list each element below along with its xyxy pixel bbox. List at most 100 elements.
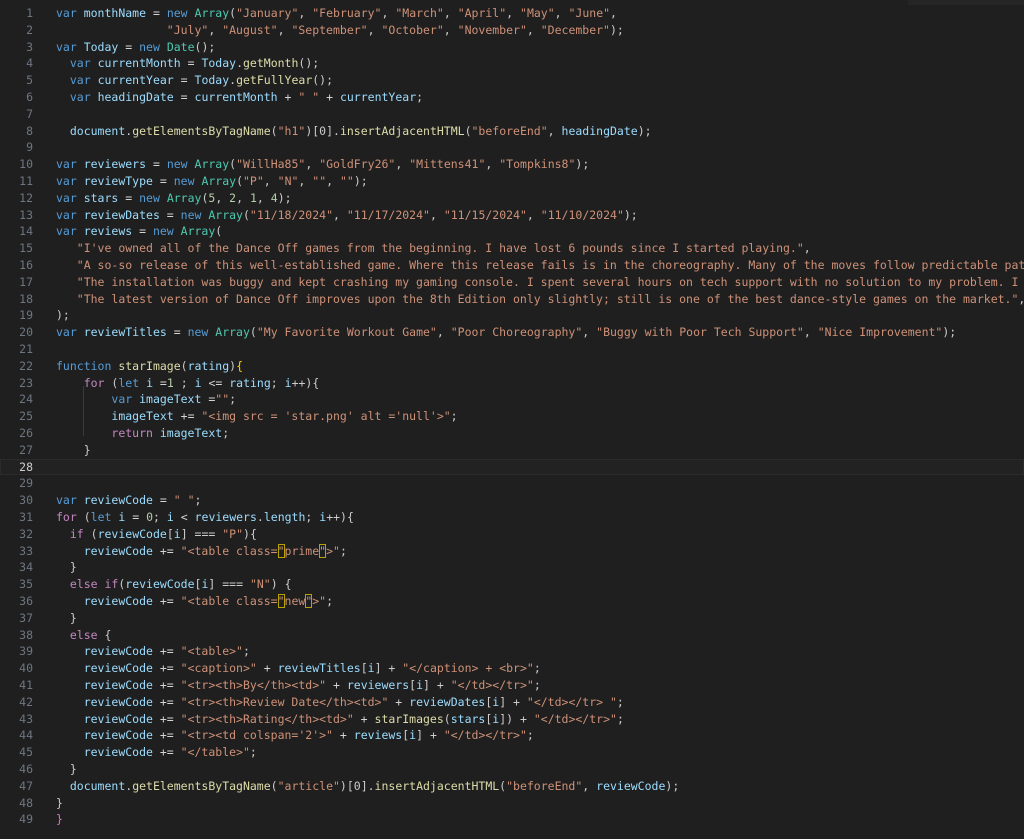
code-line[interactable]: 5 var currentYear = Today.getFullYear(); <box>0 72 1024 89</box>
code-text[interactable]: "I've owned all of the Dance Off games f… <box>56 240 811 257</box>
code-line[interactable]: 21 <box>0 341 1024 358</box>
code-line[interactable]: 22 function starImage(rating){ <box>0 358 1024 375</box>
code-line[interactable]: 45 reviewCode += "</table>"; <box>0 744 1024 761</box>
code-line[interactable]: 42 reviewCode += "<tr><th>Review Date</t… <box>0 694 1024 711</box>
code-text[interactable]: } <box>56 761 77 778</box>
code-line[interactable]: 48} <box>0 795 1024 812</box>
code-line[interactable]: 27 } <box>0 442 1024 459</box>
code-text[interactable]: var Today = new Date(); <box>56 39 215 56</box>
code-editor[interactable]: 1 var monthName = new Array("January", "F… <box>0 0 1024 839</box>
code-line[interactable]: 18 "The latest version of Dance Off impr… <box>0 291 1024 308</box>
code-line[interactable]: 40 reviewCode += "<caption>" + reviewTit… <box>0 660 1024 677</box>
code-text[interactable]: } <box>56 610 77 627</box>
code-text[interactable]: var reviewTitles = new Array("My Favorit… <box>56 324 956 341</box>
code-line[interactable]: 12 var stars = new Array(5, 2, 1, 4); <box>0 190 1024 207</box>
code-line[interactable]: 13 var reviewDates = new Array("11/18/202… <box>0 207 1024 224</box>
code-token: "January" <box>236 6 299 20</box>
code-text[interactable]: reviewCode += "<table class="new">"; <box>56 593 333 610</box>
code-line[interactable]: 31 for (let i = 0; i < reviewers.length; … <box>0 509 1024 526</box>
code-text[interactable]: "July", "August", "September", "October"… <box>56 22 624 39</box>
code-line[interactable]: 25 imageText += "<img src = 'star.png' a… <box>0 408 1024 425</box>
code-line[interactable]: 6 var headingDate = currentMonth + " " +… <box>0 89 1024 106</box>
code-text[interactable]: document.getElementsByTagName("article")… <box>56 778 679 795</box>
code-text[interactable]: var headingDate = currentMonth + " " + c… <box>56 89 423 106</box>
code-line[interactable]: 39 reviewCode += "<table>"; <box>0 643 1024 660</box>
code-text[interactable]: } <box>56 795 63 812</box>
code-line[interactable]: 32 if (reviewCode[i] === "P"){ <box>0 526 1024 543</box>
code-text[interactable]: var reviewers = new Array("WillHa85", "G… <box>56 156 589 173</box>
code-line[interactable]: 49} <box>0 811 1024 828</box>
code-text[interactable]: } <box>56 559 77 576</box>
code-line[interactable]: 34 } <box>0 559 1024 576</box>
code-token: , <box>485 157 500 172</box>
code-text[interactable]: reviewCode += "<tr><th>By</th><td>" + re… <box>56 677 541 694</box>
code-text[interactable]: var reviewCode = " "; <box>56 492 201 509</box>
code-line[interactable]: 37 } <box>0 610 1024 627</box>
code-line[interactable]: 30 var reviewCode = " "; <box>0 492 1024 509</box>
code-line[interactable]: 23 for (let i =1 ; i <= rating; i++){ <box>0 375 1024 392</box>
code-text[interactable]: reviewCode += "<caption>" + reviewTitles… <box>56 660 541 677</box>
line-number: 8 <box>26 123 33 138</box>
code-text[interactable]: var currentMonth = Today.getMonth(); <box>56 55 319 72</box>
code-token: "February" <box>312 6 382 20</box>
code-line[interactable]: 17 "The installation was buggy and kept … <box>0 274 1024 291</box>
code-line[interactable]: 41 reviewCode += "<tr><th>By</th><td>" +… <box>0 677 1024 694</box>
code-text[interactable]: ); <box>56 307 70 324</box>
code-line[interactable]: 19); <box>0 307 1024 324</box>
code-line[interactable]: 15 "I've owned all of the Dance Off game… <box>0 240 1024 257</box>
code-line[interactable]: 1 var monthName = new Array("January", "F… <box>0 5 1024 22</box>
code-text[interactable]: var monthName = new Array("January", "Fe… <box>56 5 617 22</box>
code-text[interactable]: else if(reviewCode[i] === "N") { <box>56 576 292 593</box>
code-line[interactable]: 44 reviewCode += "<tr><td colspan='2'>" … <box>0 727 1024 744</box>
code-line[interactable]: 35 else if(reviewCode[i] === "N") { <box>0 576 1024 593</box>
code-text[interactable]: "A so-so release of this well-establishe… <box>56 257 1024 274</box>
code-line[interactable]: 36 reviewCode += "<table class="new">"; <box>0 593 1024 610</box>
code-text[interactable]: reviewCode += "<table class="prime">"; <box>56 543 347 560</box>
code-text[interactable]: if (reviewCode[i] === "P"){ <box>56 526 257 543</box>
code-text[interactable]: var reviewDates = new Array("11/18/2024"… <box>56 207 638 224</box>
code-text[interactable]: else { <box>56 627 112 644</box>
code-text[interactable]: "The latest version of Dance Off improve… <box>56 291 1024 308</box>
code-token: = <box>166 207 181 222</box>
code-text[interactable]: document.getElementsByTagName("h1")[0].i… <box>56 123 652 140</box>
code-line[interactable]: 3 var Today = new Date(); <box>0 39 1024 56</box>
code-line[interactable]: 33 reviewCode += "<table class="prime">"… <box>0 543 1024 560</box>
code-line[interactable]: 10 var reviewers = new Array("WillHa85", … <box>0 156 1024 173</box>
code-line[interactable]: 11 var reviewType = new Array("P", "N", "… <box>0 173 1024 190</box>
code-text[interactable]: return imageText; <box>56 425 229 442</box>
code-text[interactable]: reviewCode += "<table>"; <box>56 643 250 660</box>
code-line[interactable]: 4 var currentMonth = Today.getMonth(); <box>0 55 1024 72</box>
code-text[interactable]: reviewCode += "</table>"; <box>56 744 257 761</box>
code-text[interactable]: var currentYear = Today.getFullYear(); <box>56 72 333 89</box>
code-line[interactable]: 29 <box>0 475 1024 492</box>
code-text[interactable]: for (let i =1 ; i <= rating; i++){ <box>56 375 320 392</box>
code-line[interactable]: 14 var reviews = new Array( <box>0 223 1024 240</box>
code-line[interactable]: 38 else { <box>0 627 1024 644</box>
code-text[interactable]: var reviewType = new Array("P", "N", "",… <box>56 173 368 190</box>
code-text[interactable]: } <box>56 811 63 828</box>
code-line[interactable]: 46 } <box>0 761 1024 778</box>
code-text[interactable]: imageText += "<img src = 'star.png' alt … <box>56 408 457 425</box>
code-line[interactable]: 2 "July", "August", "September", "Octobe… <box>0 22 1024 39</box>
code-text[interactable]: "The installation was buggy and kept cra… <box>56 274 1024 291</box>
code-line[interactable]: 26 return imageText; <box>0 425 1024 442</box>
code-line[interactable]: 20 var reviewTitles = new Array("My Favor… <box>0 324 1024 341</box>
code-text[interactable]: function starImage(rating){ <box>56 358 243 375</box>
code-text[interactable]: } <box>56 442 91 459</box>
code-line[interactable]: 28 <box>0 458 1024 476</box>
code-text[interactable]: reviewCode += "<tr><th>Rating</th><td>" … <box>56 711 624 728</box>
code-line[interactable]: 7 <box>0 106 1024 123</box>
code-line[interactable]: 24 var imageText =""; <box>0 391 1024 408</box>
code-text[interactable]: reviewCode += "<tr><th>Review Date</th><… <box>56 694 624 711</box>
code-text[interactable]: reviewCode += "<tr><td colspan='2'>" + r… <box>56 727 534 744</box>
code-token: ); <box>637 123 652 138</box>
code-text[interactable]: var stars = new Array(5, 2, 1, 4); <box>56 190 292 207</box>
code-text[interactable]: for (let i = 0; i < reviewers.length; i+… <box>56 509 354 526</box>
code-line[interactable]: 16 "A so-so release of this well-establi… <box>0 257 1024 274</box>
code-text[interactable]: var reviews = new Array( <box>56 223 222 240</box>
code-line[interactable]: 47 document.getElementsByTagName("articl… <box>0 778 1024 795</box>
code-line[interactable]: 9 <box>0 139 1024 156</box>
code-line[interactable]: 8 document.getElementsByTagName("h1")[0]… <box>0 123 1024 140</box>
code-line[interactable]: 43 reviewCode += "<tr><th>Rating</th><td… <box>0 711 1024 728</box>
